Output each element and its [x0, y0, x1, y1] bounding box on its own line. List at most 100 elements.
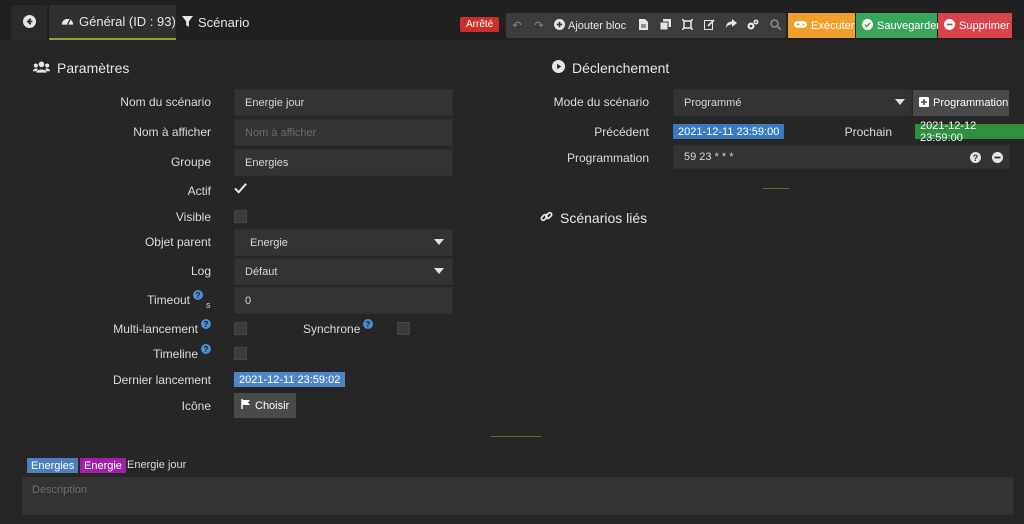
export-button[interactable] [632, 13, 654, 38]
icon-label: Icône [181, 399, 211, 413]
choose-icon-label: Choisir [255, 399, 290, 412]
divider [763, 188, 789, 189]
share-button[interactable] [720, 13, 742, 38]
trigger-heading: Déclenchement [552, 60, 669, 76]
linked-heading-label: Scénarios liés [560, 210, 648, 226]
help-icon[interactable]: ? [193, 290, 203, 300]
next-label: Prochain [844, 125, 892, 139]
delete-label: Supprimer [959, 19, 1010, 32]
active-checkbox[interactable] [234, 181, 247, 197]
programming-button-label: Programmation [933, 97, 1009, 109]
visible-checkbox[interactable] [234, 210, 247, 223]
tab-scenario-label: Scénario [198, 15, 250, 30]
file-icon [638, 18, 648, 33]
search-button[interactable] [764, 13, 786, 38]
fullscreen-button[interactable] [676, 13, 698, 38]
last-run-badge: 2021-12-11 23:59:02 [234, 372, 346, 387]
gamepad-icon [794, 20, 807, 32]
plus-circle-icon [554, 18, 565, 33]
tab-general-label: Général (ID : 93) [79, 14, 176, 29]
copy-button[interactable] [654, 13, 676, 38]
undo-button[interactable]: ↶ [506, 13, 528, 38]
filter-icon [182, 15, 193, 30]
help-icon[interactable]: ? [201, 344, 211, 354]
back-button[interactable] [11, 5, 47, 40]
plus-square-icon [919, 96, 929, 110]
tag-energies: Energies [27, 458, 79, 473]
parent-object-label: Objet parent [144, 235, 211, 249]
edit-button[interactable] [698, 13, 720, 38]
back-arrow-icon [22, 14, 36, 31]
synchronous-checkbox[interactable] [397, 322, 410, 335]
dashboard-icon [61, 14, 74, 29]
edit-icon [703, 18, 715, 33]
timeline-label: Timeline [153, 347, 198, 361]
redo-button[interactable]: ↷ [528, 13, 550, 38]
caret-down-icon [895, 99, 905, 105]
cogs-icon [747, 19, 759, 33]
tag-energie: Energie [80, 458, 126, 473]
linked-heading: Scénarios liés [540, 210, 647, 226]
synchronous-label: Synchrone [303, 322, 361, 336]
minus-circle-icon[interactable] [992, 152, 1003, 163]
copy-icon [659, 18, 671, 33]
parent-object-select[interactable]: Energie [234, 229, 453, 256]
display-name-input[interactable]: Nom à afficher [234, 119, 453, 146]
flag-icon [241, 399, 251, 412]
timeout-input[interactable]: 0 [234, 287, 453, 314]
cron-label: Programmation [566, 151, 649, 165]
previous-date-badge: 2021-12-11 23:59:00 [673, 124, 785, 139]
group-label: Groupe [170, 155, 211, 169]
visible-label: Visible [175, 210, 211, 224]
delete-button[interactable]: Supprimer [938, 13, 1012, 38]
minus-circle-icon [944, 18, 955, 33]
footer-scenario-name: Energie jour [127, 459, 187, 471]
last-run-label: Dernier lancement [112, 373, 211, 387]
multi-launch-label: Multi-lancement [113, 322, 198, 336]
question-circle-icon[interactable]: ? [970, 152, 981, 163]
log-label: Log [190, 264, 211, 278]
cron-input[interactable]: 59 23 * * * [673, 145, 1010, 169]
programming-button[interactable]: Programmation [913, 90, 1009, 116]
parent-object-value: Energie [250, 236, 288, 249]
scenario-name-input[interactable]: Energie jour [234, 89, 453, 116]
log-value: Défaut [245, 265, 278, 278]
scenario-mode-select[interactable]: Programmé [673, 89, 912, 116]
previous-label: Précédent [594, 125, 649, 139]
multi-launch-checkbox[interactable] [234, 322, 247, 335]
users-icon [33, 60, 50, 76]
save-button[interactable]: Sauvegarder [856, 13, 940, 38]
timeout-label: Timeout [147, 293, 190, 307]
scenario-name-label: Nom du scénario [120, 95, 211, 109]
add-block-button[interactable]: Ajouter bloc [550, 13, 632, 38]
trigger-heading-label: Déclenchement [572, 60, 670, 76]
caret-down-icon [434, 268, 444, 274]
execute-button[interactable]: Exécuter [788, 13, 855, 38]
timeline-checkbox[interactable] [234, 347, 247, 360]
params-heading-label: Paramètres [57, 60, 130, 76]
cron-value: 59 23 * * * [684, 151, 734, 163]
active-label: Actif [187, 184, 211, 198]
expand-icon [681, 17, 694, 33]
settings-button[interactable] [742, 13, 764, 38]
execute-label: Exécuter [811, 19, 855, 32]
save-label: Sauvegarder [877, 19, 940, 32]
description-textarea[interactable]: Description [22, 477, 1013, 515]
tab-scenario[interactable]: Scénario [176, 5, 252, 40]
toolbar: ↶ ↷ Ajouter bloc [506, 13, 787, 38]
status-badge: Arrêté [460, 17, 500, 32]
add-block-label: Ajouter bloc [568, 19, 627, 32]
next-date-badge: 2021-12-12 23:59:00 [915, 120, 1024, 144]
group-input[interactable]: Energies [234, 149, 453, 176]
scenario-mode-value: Programmé [684, 96, 742, 109]
tab-general[interactable]: Général (ID : 93) [49, 5, 176, 40]
help-icon[interactable]: ? [201, 319, 211, 329]
play-circle-icon [552, 60, 565, 76]
caret-down-icon [434, 239, 444, 245]
choose-icon-button[interactable]: Choisir [234, 393, 297, 418]
scenario-mode-label: Mode du scénario [553, 95, 649, 109]
log-select[interactable]: Défaut [234, 258, 453, 285]
divider [491, 436, 542, 437]
link-icon [540, 210, 553, 226]
help-icon[interactable]: ? [363, 319, 373, 329]
